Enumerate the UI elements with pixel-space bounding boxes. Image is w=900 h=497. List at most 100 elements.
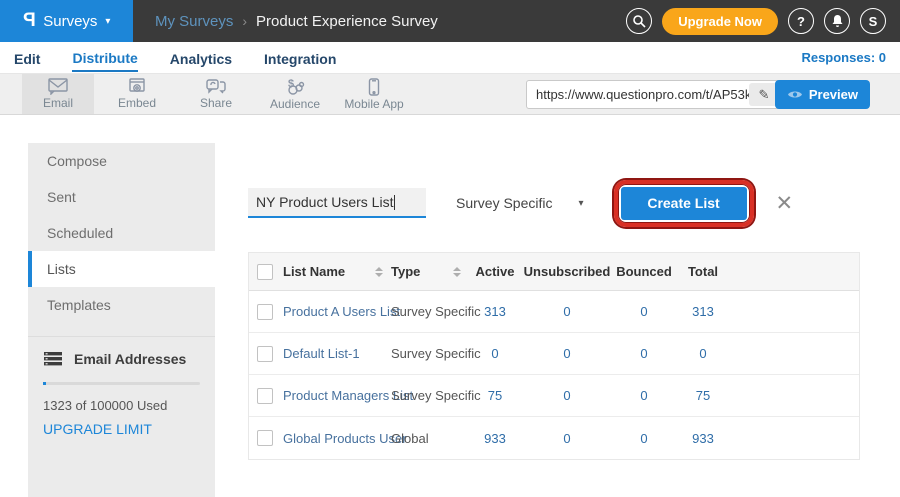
row-checkbox[interactable]: [257, 304, 273, 320]
channel-label: Embed: [118, 96, 156, 110]
total-count[interactable]: 0: [675, 346, 731, 361]
tab-edit[interactable]: Edit: [14, 45, 40, 71]
channel-mobile-app[interactable]: Mobile App: [338, 74, 410, 114]
channel-label: Mobile App: [344, 97, 403, 111]
column-total: Total: [675, 264, 731, 279]
audience-icon: $: [284, 78, 306, 96]
channel-email[interactable]: Email: [22, 74, 94, 114]
notifications-button[interactable]: [824, 8, 850, 34]
bounced-count: 0: [613, 346, 675, 361]
active-count[interactable]: 75: [469, 388, 521, 403]
bounced-count: 0: [613, 431, 675, 446]
total-count[interactable]: 75: [675, 388, 731, 403]
table-header-row: List Name Type Active Unsubscribed Bounc…: [249, 253, 859, 291]
column-unsubscribed: Unsubscribed: [521, 264, 613, 279]
total-count[interactable]: 933: [675, 431, 731, 446]
table-row: Default List-1 Survey Specific 0 0 0 0: [249, 333, 859, 375]
survey-url-input[interactable]: [536, 87, 749, 102]
column-label: List Name: [283, 264, 345, 279]
survey-nav: Edit Distribute Analytics Integration Re…: [0, 42, 900, 74]
email-addresses-panel: Email Addresses 1323 of 100000 Used UPGR…: [28, 336, 215, 439]
create-list-row: NY Product Users List Survey Specific ▾ …: [248, 178, 860, 228]
channel-label: Email: [43, 96, 73, 110]
list-name-link[interactable]: Default List-1: [283, 346, 360, 361]
usage-progress-bar: [43, 382, 200, 385]
row-checkbox[interactable]: [257, 346, 273, 362]
tab-integration[interactable]: Integration: [264, 45, 336, 71]
close-icon[interactable]: ✕: [776, 191, 794, 216]
top-bar: P Surveys ▾ My Surveys › Product Experie…: [0, 0, 900, 42]
channel-share[interactable]: Share: [180, 74, 252, 114]
text-cursor: [394, 195, 395, 210]
responses-count[interactable]: Responses: 0: [801, 50, 886, 65]
channel-label: Audience: [270, 97, 320, 111]
sidebar-item-sent[interactable]: Sent: [28, 179, 215, 215]
usage-text: 1323 of 100000 Used: [43, 398, 200, 413]
sort-icon[interactable]: [375, 267, 383, 277]
bounced-count: 0: [613, 304, 675, 319]
red-highlight-annotation: Create List: [614, 180, 754, 227]
bell-icon: [831, 14, 844, 28]
select-all-checkbox[interactable]: [257, 264, 273, 280]
channel-label: Share: [200, 96, 232, 110]
search-icon: [632, 14, 646, 28]
list-type: Survey Specific: [391, 388, 469, 403]
eye-icon: [787, 89, 803, 100]
breadcrumb-separator: ›: [242, 13, 247, 29]
email-sidebar: Compose Sent Scheduled Lists Templates E…: [28, 143, 215, 497]
channel-audience[interactable]: $ Audience: [259, 74, 331, 114]
active-count[interactable]: 313: [469, 304, 521, 319]
list-type-select[interactable]: Survey Specific ▾: [456, 195, 584, 211]
address-list-icon: [43, 351, 63, 367]
account-avatar[interactable]: S: [860, 8, 886, 34]
upgrade-now-button[interactable]: Upgrade Now: [662, 8, 778, 35]
list-name-input[interactable]: NY Product Users List: [248, 188, 426, 218]
distribute-toolbar: Email Embed Share $: [0, 74, 900, 115]
column-type[interactable]: Type: [391, 264, 469, 279]
sidebar-item-lists[interactable]: Lists: [28, 251, 215, 287]
question-mark-icon: ?: [797, 14, 805, 29]
bounced-count: 0: [613, 388, 675, 403]
list-type: Survey Specific: [391, 304, 469, 319]
list-name-link[interactable]: Product A Users List: [283, 304, 400, 319]
upgrade-limit-link[interactable]: UPGRADE LIMIT: [43, 421, 152, 437]
active-count[interactable]: 0: [469, 346, 521, 361]
tab-analytics[interactable]: Analytics: [170, 45, 232, 71]
list-type: Global: [391, 431, 469, 446]
sidebar-item-compose[interactable]: Compose: [28, 143, 215, 179]
search-button[interactable]: [626, 8, 652, 34]
total-count[interactable]: 313: [675, 304, 731, 319]
list-name-link[interactable]: Global Products User: [283, 431, 407, 446]
embed-icon: [127, 78, 147, 95]
row-checkbox[interactable]: [257, 388, 273, 404]
survey-url-field[interactable]: ✎: [526, 80, 784, 109]
avatar-initial: S: [869, 14, 878, 29]
channel-strip: Email Embed Share $: [22, 74, 417, 114]
breadcrumb-current: Product Experience Survey: [256, 13, 438, 30]
help-button[interactable]: ?: [788, 8, 814, 34]
list-name-value: NY Product Users List: [256, 194, 393, 210]
breadcrumb-my-surveys[interactable]: My Surveys: [155, 13, 233, 30]
product-label: Surveys: [43, 13, 97, 30]
lists-content: NY Product Users List Survey Specific ▾ …: [248, 143, 860, 497]
list-type-value: Survey Specific: [456, 195, 552, 211]
preview-label: Preview: [809, 87, 858, 102]
preview-button[interactable]: Preview: [775, 80, 870, 109]
unsubscribed-count: 0: [521, 431, 613, 446]
sort-icon[interactable]: [453, 267, 461, 277]
chevron-down-icon: ▾: [578, 198, 583, 209]
column-label: Type: [391, 264, 420, 279]
row-checkbox[interactable]: [257, 430, 273, 446]
active-count[interactable]: 933: [469, 431, 521, 446]
column-active: Active: [469, 264, 521, 279]
sidebar-item-scheduled[interactable]: Scheduled: [28, 215, 215, 251]
column-bounced: Bounced: [613, 264, 675, 279]
column-list-name[interactable]: List Name: [283, 264, 391, 279]
main-region: Compose Sent Scheduled Lists Templates E…: [0, 115, 900, 497]
surveys-menu[interactable]: P Surveys ▾: [0, 0, 133, 42]
share-icon: [205, 78, 227, 95]
create-list-button[interactable]: Create List: [621, 187, 747, 220]
tab-distribute[interactable]: Distribute: [72, 44, 137, 72]
sidebar-item-templates[interactable]: Templates: [28, 287, 215, 323]
channel-embed[interactable]: Embed: [101, 74, 173, 114]
